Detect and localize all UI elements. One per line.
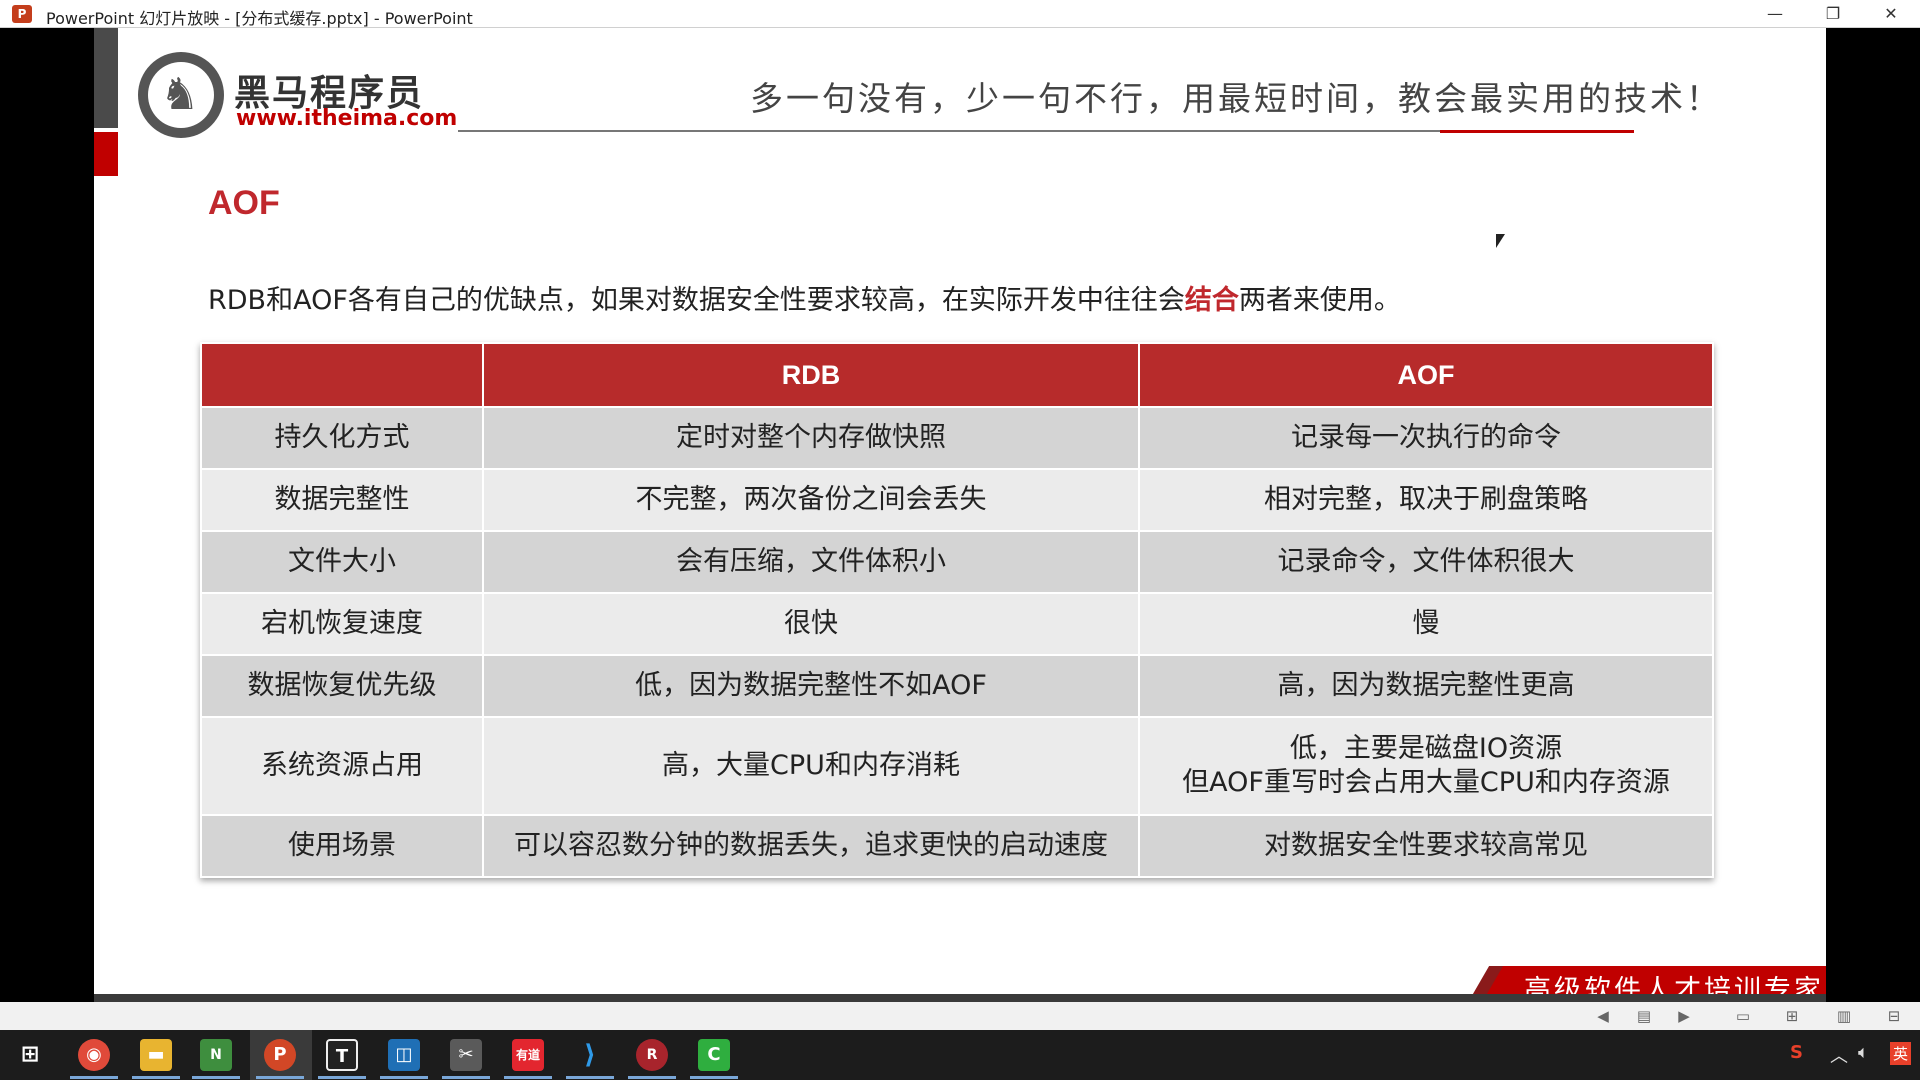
row-label: 持久化方式 bbox=[200, 406, 484, 470]
typora-icon[interactable]: T bbox=[326, 1039, 358, 1071]
rdb-cell: 低，因为数据完整性不如AOF bbox=[482, 654, 1140, 718]
next-slide-icon[interactable]: ▶ bbox=[1674, 1006, 1694, 1026]
restore-button[interactable]: ❐ bbox=[1810, 0, 1856, 28]
slideshow-view-icon[interactable]: ⊟ bbox=[1884, 1006, 1904, 1026]
camtasia-icon[interactable]: C bbox=[698, 1039, 730, 1071]
horse-logo-icon: ♞ bbox=[138, 52, 224, 138]
row-label: 文件大小 bbox=[200, 530, 484, 594]
taskbar-open-indicator bbox=[566, 1076, 614, 1079]
aof-cell: 记录命令，文件体积很大 bbox=[1138, 530, 1714, 594]
youdao-icon[interactable]: 有道 bbox=[512, 1039, 544, 1071]
volume-icon[interactable]: 🔈︎ bbox=[1858, 1042, 1869, 1063]
table-row: 使用场景 可以容忍数分钟的数据丢失，追求更快的启动速度 对数据安全性要求较高常见 bbox=[200, 814, 1714, 878]
mouse-cursor-icon bbox=[1496, 234, 1505, 248]
aof-cell: 相对完整，取决于刷盘策略 bbox=[1138, 468, 1714, 532]
comparison-table: RDB AOF 持久化方式 定时对整个内存做快照 记录每一次执行的命令 数据完整… bbox=[200, 342, 1714, 878]
intro-text-part1: RDB和AOF各有自己的优缺点，如果对数据安全性要求较高，在实际开发中往往会 bbox=[208, 285, 1185, 316]
slide-sorter-icon[interactable]: ⊞ bbox=[1782, 1006, 1802, 1026]
close-button[interactable]: ✕ bbox=[1868, 0, 1914, 28]
taskbar-open-indicator bbox=[628, 1076, 676, 1079]
slide-slogan: 多一句没有，少一句不行，用最短时间，教会最实用的技术！ bbox=[750, 79, 1722, 118]
rdb-cell: 高，大量CPU和内存消耗 bbox=[482, 716, 1140, 816]
reading-view-icon[interactable]: ▥ bbox=[1834, 1006, 1854, 1026]
chrome-icon[interactable]: ◉ bbox=[78, 1039, 110, 1071]
windows-start-icon[interactable]: ⊞ bbox=[14, 1039, 46, 1071]
table-row: 数据完整性 不完整，两次备份之间会丢失 相对完整，取决于刷盘策略 bbox=[200, 468, 1714, 532]
aof-cell: 慢 bbox=[1138, 592, 1714, 656]
decor-bar-dark bbox=[94, 28, 118, 128]
slide-title: AOF bbox=[208, 184, 280, 222]
rdb-cell: 可以容忍数分钟的数据丢失，追求更快的启动速度 bbox=[482, 814, 1140, 878]
table-row: 持久化方式 定时对整个内存做快照 记录每一次执行的命令 bbox=[200, 406, 1714, 470]
sogou-ime-icon[interactable]: S bbox=[1790, 1042, 1803, 1063]
virtualbox-icon[interactable]: ◫ bbox=[388, 1039, 420, 1071]
row-label: 系统资源占用 bbox=[200, 716, 484, 816]
rdb-cell: 不完整，两次备份之间会丢失 bbox=[482, 468, 1140, 532]
table-row: 宕机恢复速度 很快 慢 bbox=[200, 592, 1714, 656]
decor-bar-red bbox=[94, 132, 118, 176]
aof-cell: 低，主要是磁盘IO资源 但AOF重写时会占用大量CPU和内存资源 bbox=[1138, 716, 1714, 816]
intro-text-part2: 两者来使用。 bbox=[1238, 285, 1401, 316]
table-header-aof: AOF bbox=[1138, 342, 1714, 408]
row-label: 数据恢复优先级 bbox=[200, 654, 484, 718]
table-header-blank bbox=[200, 342, 484, 408]
previous-slide-icon[interactable]: ◀ bbox=[1593, 1006, 1613, 1026]
taskbar-open-indicator bbox=[132, 1076, 180, 1079]
window-title: PowerPoint 幻灯片放映 - [分布式缓存.pptx] - PowerP… bbox=[46, 9, 473, 28]
aof-cell: 记录每一次执行的命令 bbox=[1138, 406, 1714, 470]
notepad-plus-icon[interactable]: N bbox=[200, 1039, 232, 1071]
rdb-cell: 会有压缩，文件体积小 bbox=[482, 530, 1140, 594]
taskbar-open-indicator bbox=[504, 1076, 552, 1079]
file-explorer-icon[interactable]: ▬ bbox=[140, 1039, 172, 1071]
table-row: 系统资源占用 高，大量CPU和内存消耗 低，主要是磁盘IO资源 但AOF重写时会… bbox=[200, 716, 1714, 816]
snipping-tool-icon[interactable]: ✂ bbox=[450, 1039, 482, 1071]
ime-language-indicator[interactable]: 英 bbox=[1890, 1042, 1912, 1065]
rdb-cell: 定时对整个内存做快照 bbox=[482, 406, 1140, 470]
taskbar-open-indicator bbox=[442, 1076, 490, 1079]
row-label: 宕机恢复速度 bbox=[200, 592, 484, 656]
taskbar-open-indicator bbox=[192, 1076, 240, 1079]
slideshow-status-bar: ◀ ▤ ▶ ▭ ⊞ ▥ ⊟ bbox=[0, 1002, 1920, 1030]
logo-url: www.itheima.com bbox=[236, 106, 458, 131]
intro-highlight: 结合 bbox=[1184, 285, 1239, 316]
powerpoint-app-icon: P bbox=[12, 5, 32, 23]
header-divider-accent bbox=[1440, 130, 1634, 133]
redis-desktop-icon[interactable]: R bbox=[636, 1039, 668, 1071]
intro-text: RDB和AOF各有自己的优缺点，如果对数据安全性要求较高，在实际开发中往往会结合… bbox=[208, 278, 1401, 317]
table-header-row: RDB AOF bbox=[200, 342, 1714, 408]
minimize-button[interactable]: — bbox=[1752, 0, 1798, 28]
table-header-rdb: RDB bbox=[482, 342, 1140, 408]
taskbar-open-indicator bbox=[70, 1076, 118, 1079]
windows-taskbar: ⊞ ◉ ▬ N P T ◫ ✂ 有道 ⟩ R C S ︿ 🔈︎ 英 bbox=[0, 1030, 1920, 1080]
window-titlebar: P PowerPoint 幻灯片放映 - [分布式缓存.pptx] - Powe… bbox=[0, 0, 1920, 28]
footer-tagline: 高级软件人才培训专家 bbox=[1524, 975, 1824, 994]
row-label: 数据完整性 bbox=[200, 468, 484, 532]
table-row: 数据恢复优先级 低，因为数据完整性不如AOF 高，因为数据完整性更高 bbox=[200, 654, 1714, 718]
table-row: 文件大小 会有压缩，文件体积小 记录命令，文件体积很大 bbox=[200, 530, 1714, 594]
row-label: 使用场景 bbox=[200, 814, 484, 878]
powerpoint-icon[interactable]: P bbox=[264, 1039, 296, 1071]
aof-cell: 对数据安全性要求较高常见 bbox=[1138, 814, 1714, 878]
aof-cell: 高，因为数据完整性更高 bbox=[1138, 654, 1714, 718]
taskbar-open-indicator bbox=[690, 1076, 738, 1079]
slide-notes-icon[interactable]: ▤ bbox=[1634, 1006, 1654, 1026]
slide-bottom-band bbox=[94, 994, 1826, 1002]
tray-expand-icon[interactable]: ︿ bbox=[1830, 1042, 1848, 1068]
vscode-icon[interactable]: ⟩ bbox=[574, 1039, 606, 1071]
slide-canvas[interactable]: ♞ 黑马程序员 www.itheima.com 多一句没有，少一句不行，用最短时… bbox=[94, 28, 1826, 994]
taskbar-open-indicator bbox=[380, 1076, 428, 1079]
taskbar-open-indicator bbox=[318, 1076, 366, 1079]
normal-view-icon[interactable]: ▭ bbox=[1733, 1006, 1753, 1026]
taskbar-open-indicator bbox=[256, 1076, 304, 1079]
rdb-cell: 很快 bbox=[482, 592, 1140, 656]
